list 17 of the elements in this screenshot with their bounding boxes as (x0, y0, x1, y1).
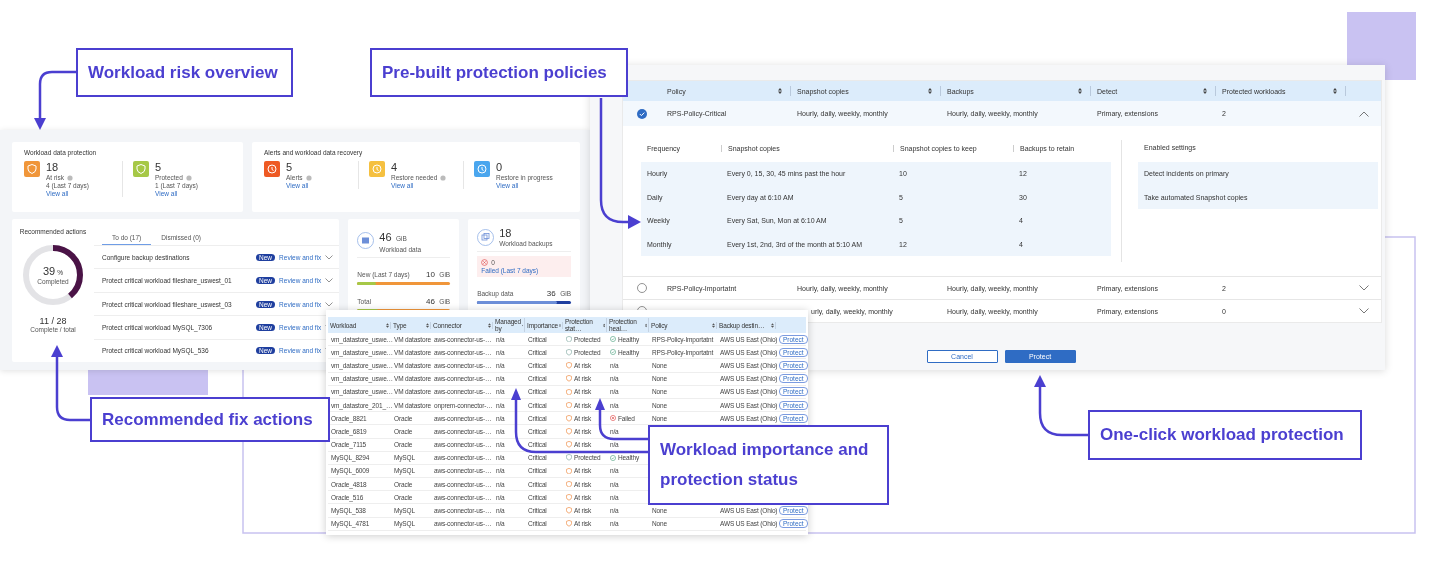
stat-value: 5 (155, 161, 163, 173)
percent-value: 39 (43, 265, 56, 277)
bar-value: 10 (425, 270, 435, 279)
callout-label: Recommended fix actions (90, 397, 330, 442)
callout-label: Workload importance and protection status (648, 425, 889, 505)
stat-value: 0 (496, 161, 504, 173)
callout-label: One-click workload protection (1088, 410, 1362, 460)
callout-label: Workload risk overview (76, 48, 293, 97)
bar-value: 36 (546, 289, 556, 298)
bar-value: 46 (425, 297, 435, 306)
callout-label: Pre-built protection policies (370, 48, 628, 97)
stat-value: 4 (391, 161, 399, 173)
stat-value: 46 (379, 231, 392, 243)
count-value: 11 / 28 (39, 316, 67, 326)
stat-value: 18 (499, 227, 513, 239)
stat-value: 5 (286, 161, 294, 173)
stat-value: 18 (46, 161, 60, 173)
